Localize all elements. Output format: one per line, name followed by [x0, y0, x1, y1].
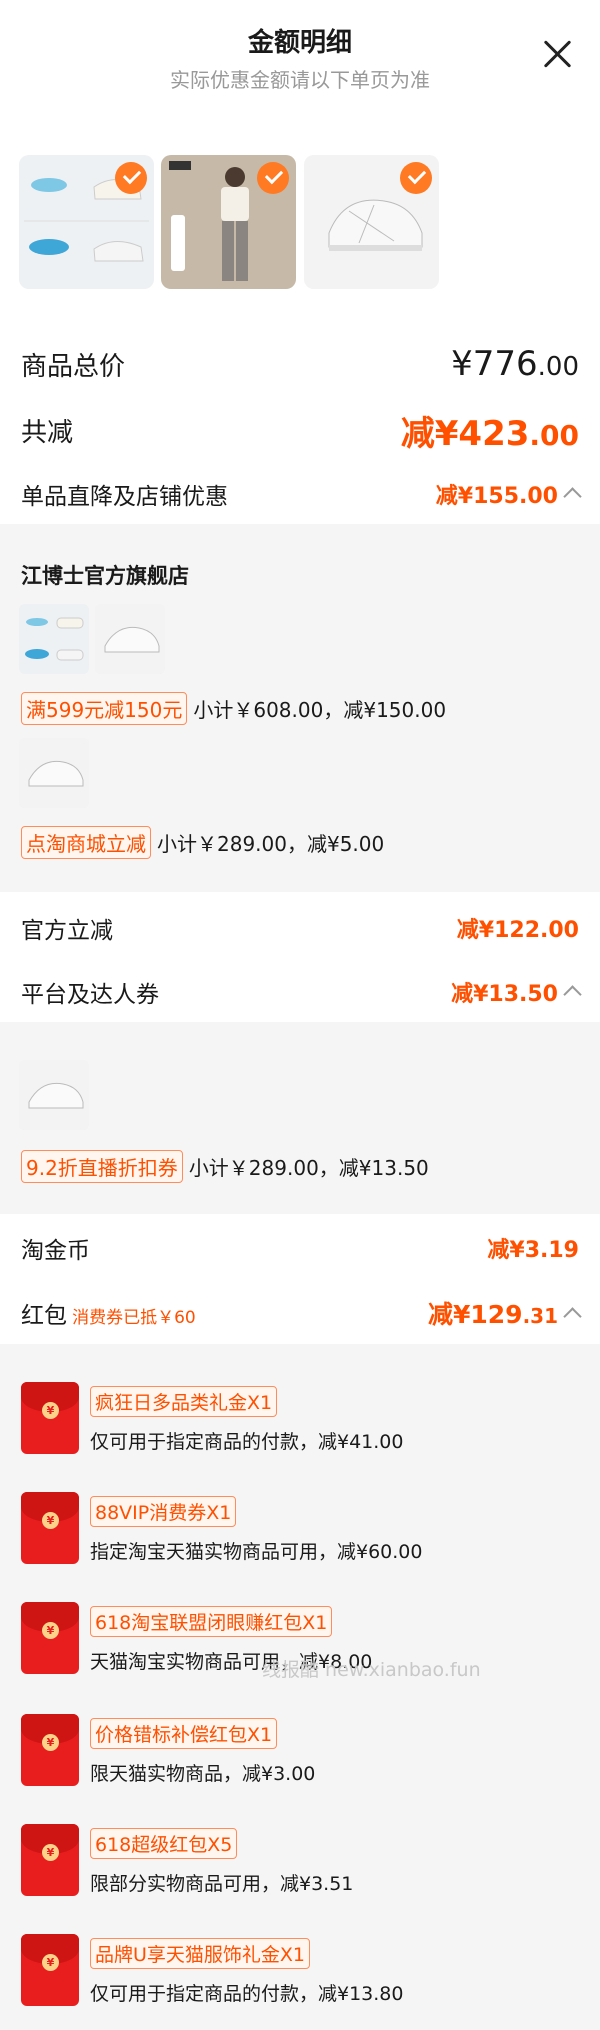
red-envelope-icon: ¥ [21, 1602, 79, 1674]
store-discount-value: 减¥155.00 [435, 484, 558, 509]
red-envelope-icon: ¥ [21, 1824, 79, 1896]
redpacket-desc: 仅可用于指定商品的付款，减¥41.00 [90, 1431, 404, 1453]
redpacket-decimals: .31 [522, 1304, 558, 1328]
redpacket-desc: 限天猫实物商品，减¥3.00 [90, 1763, 316, 1785]
chevron-up-icon[interactable] [563, 985, 582, 1004]
promo-tag: 点淘商城立减 [21, 826, 151, 859]
redpacket-note: 消费券已抵￥60 [72, 1308, 196, 1328]
redpacket-item: 618超级红包X5 限部分实物商品可用，减¥3.51 [90, 1828, 353, 1896]
insole-thumb-mini [19, 604, 89, 674]
promo-live-discount: 9.2折直播折扣券 小计￥289.00，减¥13.50 [21, 1150, 429, 1183]
chevron-up-icon[interactable] [563, 487, 582, 506]
total-price-label: 商品总价 [21, 351, 126, 382]
official-discount-value: 减¥122.00 [456, 918, 579, 943]
amount-detail-sheet: 金额明细 实际优惠金额请以下单页为准 商品总价 ¥776.00 共减 减¥423… [0, 0, 600, 2030]
sheet-title: 金额明细 [247, 28, 352, 58]
official-discount-row: 官方立减 减¥122.00 [0, 910, 600, 946]
red-envelope-icon: ¥ [21, 1714, 79, 1786]
promo-full-reduction: 满599元减150元 小计￥608.00，减¥150.00 [21, 692, 446, 725]
total-price-row: 商品总价 ¥776.00 [0, 342, 600, 386]
redpacket-desc: 指定淘宝天猫实物商品可用，减¥60.00 [90, 1541, 423, 1563]
redpacket-desc: 仅可用于指定商品的付款，减¥13.80 [90, 1983, 404, 2005]
product-thumb-sandals[interactable] [304, 155, 439, 289]
coin-label: 淘金币 [21, 1238, 90, 1264]
redpacket-item: 88VIP消费券X1 指定淘宝天猫实物商品可用，减¥60.00 [90, 1496, 422, 1564]
check-icon[interactable] [257, 162, 289, 194]
platform-coupon-label: 平台及达人券 [21, 982, 159, 1008]
redpacket-value: 减¥129 [427, 1300, 523, 1329]
sandal-thumb-mini [19, 738, 89, 808]
redpacket-label-wrap: 红包 消费券已抵￥60 [21, 1296, 196, 1330]
chevron-up-icon[interactable] [563, 1307, 582, 1326]
product-thumb-apparel[interactable] [161, 155, 296, 289]
store-name: 江博士官方旗舰店 [21, 564, 189, 588]
promo-diantao: 点淘商城立减 小计￥289.00，减¥5.00 [21, 826, 384, 859]
check-icon[interactable] [115, 162, 147, 194]
redpacket-name: 618超级红包X5 [90, 1828, 238, 1859]
redpacket-value-wrap: 减¥129.31 [427, 1295, 582, 1331]
redpacket-name: 88VIP消费券X1 [90, 1496, 237, 1527]
platform-coupon-value: 减¥13.50 [451, 982, 558, 1007]
product-thumb-insoles[interactable] [19, 155, 154, 289]
total-discount-label: 共减 [21, 417, 74, 448]
promo-tag: 满599元减150元 [21, 692, 188, 725]
store-discount-detail: 江博士官方旗舰店 满599元减150元 小计￥608.00，减¥150.00 点… [0, 524, 600, 892]
redpacket-item: 价格错标补偿红包X1 限天猫实物商品，减¥3.00 [90, 1718, 315, 1786]
redpacket-name: 价格错标补偿红包X1 [90, 1718, 278, 1749]
total-discount-row: 共减 减¥423.00 [0, 406, 600, 454]
check-icon[interactable] [400, 162, 432, 194]
store-discount-label: 单品直降及店铺优惠 [21, 484, 228, 510]
redpacket-name: 疯狂日多品类礼金X1 [90, 1386, 278, 1417]
sheet-subtitle: 实际优惠金额请以下单页为准 [170, 68, 430, 92]
store-discount-value-wrap: 减¥155.00 [435, 478, 582, 510]
redpacket-detail: ¥ 疯狂日多品类礼金X1 仅可用于指定商品的付款，减¥41.00 ¥ 88VIP消… [0, 1344, 600, 2030]
platform-coupon-value-wrap: 减¥13.50 [451, 976, 582, 1008]
total-discount-value: 减¥423.00 [400, 413, 579, 454]
red-envelope-icon: ¥ [21, 1492, 79, 1564]
sandal-thumb-mini [19, 1060, 89, 1130]
promo-text: 小计￥289.00，减¥13.50 [188, 1156, 429, 1180]
store-discount-row[interactable]: 单品直降及店铺优惠 减¥155.00 [0, 476, 600, 512]
product-thumbnails [0, 110, 600, 289]
watermark: 线报酷 new.xianbao.fun [262, 1659, 481, 1681]
promo-tag: 9.2折直播折扣券 [21, 1150, 183, 1183]
redpacket-label: 红包 [21, 1303, 67, 1329]
sheet-header: 金额明细 实际优惠金额请以下单页为准 [0, 0, 600, 110]
redpacket-desc: 限部分实物商品可用，减¥3.51 [90, 1873, 354, 1895]
redpacket-name: 618淘宝联盟闭眼赚红包X1 [90, 1606, 333, 1637]
redpacket-item: 疯狂日多品类礼金X1 仅可用于指定商品的付款，减¥41.00 [90, 1386, 403, 1454]
promo-text: 小计￥608.00，减¥150.00 [193, 698, 447, 722]
official-discount-label: 官方立减 [21, 918, 113, 944]
promo-text: 小计￥289.00，减¥5.00 [157, 832, 385, 856]
red-envelope-icon: ¥ [21, 1934, 79, 2006]
red-envelope-icon: ¥ [21, 1382, 79, 1454]
platform-coupon-row[interactable]: 平台及达人券 减¥13.50 [0, 974, 600, 1010]
coin-value: 减¥3.19 [487, 1238, 579, 1263]
redpacket-item: 品牌U享天猫服饰礼金X1 仅可用于指定商品的付款，减¥13.80 [90, 1938, 403, 2006]
redpacket-row[interactable]: 红包 消费券已抵￥60 减¥129.31 [0, 1294, 600, 1332]
total-price-value: ¥776.00 [451, 344, 579, 384]
close-icon[interactable] [542, 38, 574, 70]
coin-row: 淘金币 减¥3.19 [0, 1230, 600, 1266]
platform-coupon-detail: 9.2折直播折扣券 小计￥289.00，减¥13.50 [0, 1022, 600, 1214]
sandal-thumb-mini [95, 604, 165, 674]
redpacket-name: 品牌U享天猫服饰礼金X1 [90, 1938, 311, 1969]
